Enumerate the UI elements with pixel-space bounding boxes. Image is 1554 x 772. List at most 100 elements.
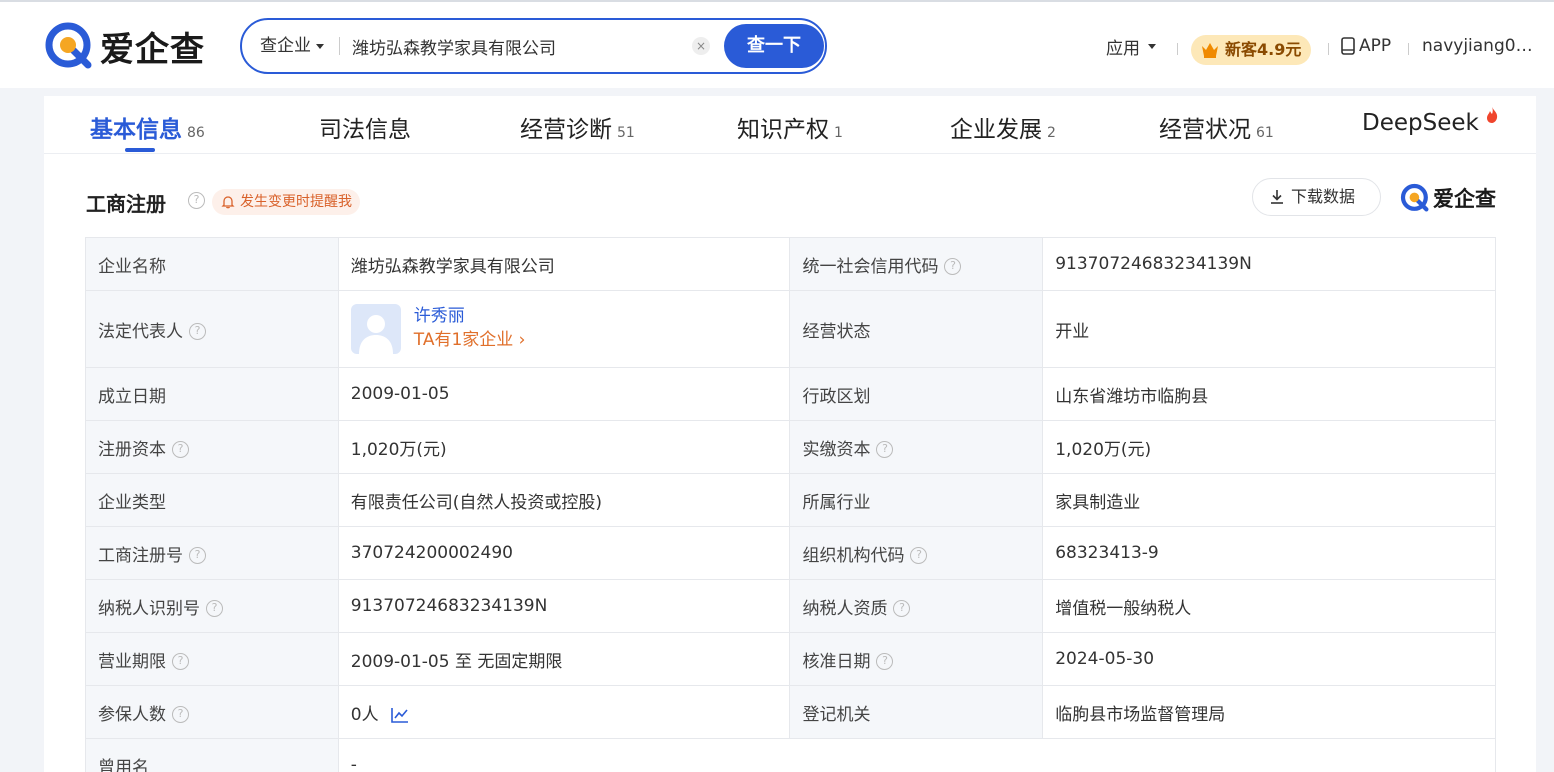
logo[interactable]: 爱企查 xyxy=(44,19,205,73)
new-customer-promo[interactable]: 新客4.9元 xyxy=(1191,35,1312,65)
table-row: 法定代表人? 许秀丽 TA有1家企业 › 经营状态 开业 xyxy=(85,290,1496,368)
logo-text: 爱企查 xyxy=(100,29,205,70)
legal-rep-name-link[interactable]: 许秀丽 xyxy=(414,305,526,327)
user-menu[interactable]: navyjiang08... xyxy=(1422,28,1542,64)
field-label-text: 实缴资本 xyxy=(802,439,871,460)
download-data-button[interactable]: 下载数据 xyxy=(1252,178,1381,216)
header: 爱企查 查企业 × 查一下 应用 新客4.9元 APP navyjiang08.… xyxy=(0,2,1554,88)
change-reminder-button[interactable]: 发生变更时提醒我 xyxy=(212,189,360,215)
app-menu-label: 应用 xyxy=(1106,38,1140,59)
taxpayer-qual-value: 增值税一般纳税人 xyxy=(1042,579,1496,633)
clear-icon[interactable]: × xyxy=(692,37,710,55)
region-value: 山东省潍坊市临朐县 xyxy=(1042,367,1496,421)
help-icon[interactable]: ? xyxy=(189,547,206,564)
tab-basic-info[interactable]: 基本信息 86 xyxy=(90,110,205,144)
legal-rep-companies-link[interactable]: TA有1家企业 › xyxy=(414,327,526,353)
help-icon[interactable]: ? xyxy=(910,547,928,564)
app-menu[interactable]: 应用 xyxy=(1106,28,1156,64)
search-input[interactable] xyxy=(352,30,682,62)
tab-count: 2 xyxy=(1047,125,1056,141)
tab-enterprise-development[interactable]: 企业发展 2 xyxy=(950,110,1056,144)
field-label: 法定代表人? xyxy=(85,290,339,368)
field-label: 实缴资本? xyxy=(789,420,1044,474)
help-icon[interactable]: ? xyxy=(876,653,894,670)
bell-icon xyxy=(221,196,235,209)
field-label: 统一社会信用代码? xyxy=(789,237,1044,291)
company-type-value: 有限责任公司(自然人投资或控股) xyxy=(337,473,791,527)
tab-count: 86 xyxy=(187,125,205,141)
help-icon[interactable]: ? xyxy=(189,323,206,340)
org-code-value: 68323413-9 xyxy=(1042,526,1496,580)
reg-capital-value: 1,020万(元) xyxy=(337,420,791,474)
help-icon[interactable]: ? xyxy=(944,258,962,275)
paid-capital-value: 1,020万(元) xyxy=(1042,420,1496,474)
help-icon[interactable]: ? xyxy=(206,600,223,617)
field-label: 企业类型 xyxy=(85,473,339,527)
help-icon[interactable]: ? xyxy=(172,653,189,670)
field-label: 组织机构代码? xyxy=(789,526,1044,580)
table-row: 工商注册号? 370724200002490 组织机构代码? 68323413-… xyxy=(85,526,1496,580)
field-label-text: 参保人数 xyxy=(98,704,166,725)
field-label-text: 统一社会信用代码 xyxy=(802,256,939,277)
table-row: 成立日期 2009-01-05 行政区划 山东省潍坊市临朐县 xyxy=(85,367,1496,421)
tab-business-status[interactable]: 经营状况 61 xyxy=(1159,110,1274,144)
tab-label: 经营诊断 xyxy=(520,117,612,143)
approval-date-value: 2024-05-30 xyxy=(1042,632,1496,686)
insured-cell: 0人 xyxy=(337,685,791,739)
link-text: TA有1家企业 xyxy=(413,330,514,350)
field-label: 登记机关 xyxy=(789,685,1044,739)
search-button[interactable]: 查一下 xyxy=(724,24,824,68)
table-row: 营业期限? 2009-01-05 至 无固定期限 核准日期? 2024-05-3… xyxy=(85,632,1496,686)
taxpayer-id-value: 91370724683234139N xyxy=(337,579,791,633)
line-chart-icon[interactable] xyxy=(390,707,409,723)
divider xyxy=(1328,43,1329,55)
divider xyxy=(1408,43,1409,55)
tab-judicial-info[interactable]: 司法信息 xyxy=(319,110,411,144)
help-icon[interactable]: ? xyxy=(188,192,205,209)
tab-deepseek[interactable]: DeepSeek xyxy=(1362,107,1499,136)
tab-label: 经营状况 xyxy=(1159,117,1251,143)
brand-watermark: 爱企查 xyxy=(1400,182,1496,214)
legal-rep-cell: 许秀丽 TA有1家企业 › xyxy=(337,290,791,368)
table-row: 参保人数? 0人 登记机关 临朐县市场监督管理局 xyxy=(85,685,1496,739)
logo-q-icon xyxy=(1400,183,1429,212)
field-label: 营业期限? xyxy=(85,632,339,686)
table-row: 企业名称 潍坊弘森教学家具有限公司 统一社会信用代码? 913707246832… xyxy=(85,237,1496,291)
app-download-label: APP xyxy=(1359,36,1392,56)
field-label: 企业名称 xyxy=(85,237,339,291)
table-row: 曾用名 - xyxy=(85,738,1497,772)
user-silhouette-icon xyxy=(358,315,393,354)
field-label-text: 组织机构代码 xyxy=(802,545,905,566)
tab-bar: 基本信息 86 司法信息 经营诊断 51 知识产权 1 企业发展 2 经营状况 61 De… xyxy=(44,96,1536,154)
field-label-text: 纳税人资质 xyxy=(802,598,888,619)
founded-value: 2009-01-05 xyxy=(337,367,791,421)
phone-icon xyxy=(1341,37,1355,55)
field-label: 注册资本? xyxy=(85,420,339,474)
search-type-dropdown[interactable]: 查企业 xyxy=(260,20,324,72)
field-label: 曾用名 xyxy=(85,738,339,772)
table-row: 纳税人识别号? 91370724683234139N 纳税人资质? 增值税一般纳… xyxy=(85,579,1496,633)
tab-intellectual-property[interactable]: 知识产权 1 xyxy=(737,110,843,144)
help-icon[interactable]: ? xyxy=(893,600,911,617)
tab-count: 51 xyxy=(617,125,635,141)
help-icon[interactable]: ? xyxy=(172,441,189,458)
authority-value: 临朐县市场监督管理局 xyxy=(1042,685,1496,739)
flame-icon xyxy=(1486,107,1498,123)
field-label: 核准日期? xyxy=(789,632,1044,686)
tab-business-diagnosis[interactable]: 经营诊断 51 xyxy=(520,110,635,144)
field-label: 工商注册号? xyxy=(85,526,339,580)
app-download-link[interactable]: APP xyxy=(1340,28,1391,64)
avatar[interactable] xyxy=(350,304,401,354)
registration-table: 企业名称 潍坊弘森教学家具有限公司 统一社会信用代码? 913707246832… xyxy=(85,237,1497,772)
reg-number-value: 370724200002490 xyxy=(337,526,791,580)
promo-label: 新客4.9元 xyxy=(1225,40,1302,59)
field-label-text: 工商注册号 xyxy=(98,545,183,566)
tab-count: 1 xyxy=(834,125,843,141)
field-label-text: 纳税人识别号 xyxy=(98,598,200,619)
help-icon[interactable]: ? xyxy=(876,441,894,458)
former-name-value: - xyxy=(337,738,1497,772)
tab-label: 司法信息 xyxy=(319,117,411,143)
help-icon[interactable]: ? xyxy=(172,706,189,723)
business-term-value: 2009-01-05 至 无固定期限 xyxy=(337,632,791,686)
tab-label: 企业发展 xyxy=(950,117,1042,143)
